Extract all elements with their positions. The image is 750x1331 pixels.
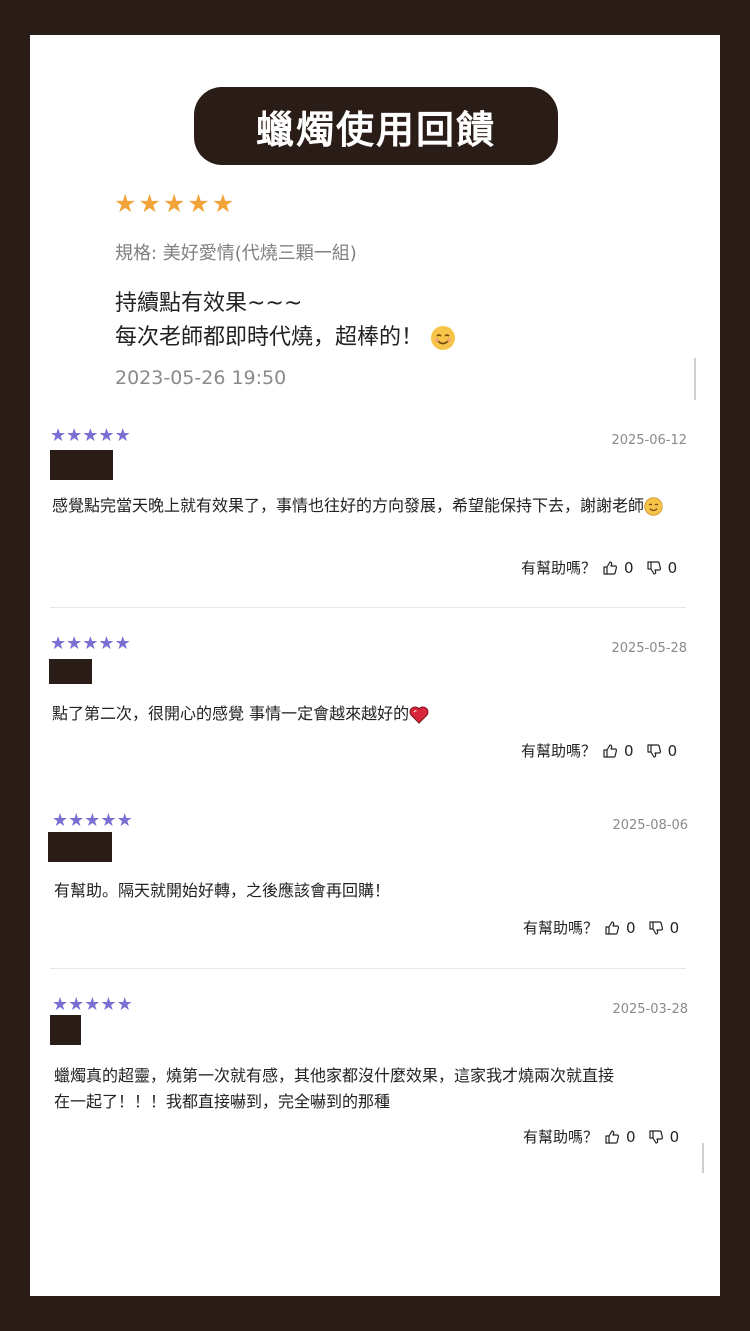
star-icon: ★ — [84, 810, 101, 831]
likes-count: 0 — [624, 741, 634, 760]
star-icon: ★ — [187, 189, 210, 218]
redacted-username — [48, 832, 112, 862]
star-icon: ★ — [116, 810, 133, 831]
helpful-label: 有幫助嗎？ — [521, 742, 597, 760]
helpful-label: 有幫助嗎？ — [523, 919, 599, 937]
smiling-face-icon — [431, 326, 456, 350]
review-text: 有幫助。隔天就開始好轉，之後應該會再回購！ — [54, 881, 391, 900]
star-icon: ★ — [98, 633, 115, 654]
review-text-line-content: 每次老師都即時代燒，超棒的！ — [115, 325, 424, 350]
dislikes-count: 0 — [667, 741, 678, 760]
helpful-row: 有幫助嗎？ 0 0 — [521, 557, 677, 578]
dislikes-count: 0 — [669, 1127, 680, 1146]
dislikes-count: 0 — [669, 918, 680, 937]
review-date: 2025-06-12 — [611, 433, 687, 448]
star-icon: ★ — [82, 425, 99, 446]
star-icon: ★ — [84, 994, 101, 1015]
review-date: 2025-08-06 — [612, 818, 688, 833]
helpful-row: 有幫助嗎？ 0 0 — [523, 917, 679, 938]
star-icon: ★ — [100, 994, 117, 1015]
star-icon: ★ — [114, 633, 131, 654]
helpful-row: 有幫助嗎？ 0 0 — [523, 1126, 679, 1147]
redacted-username — [50, 1015, 81, 1045]
helpful-label: 有幫助嗎？ — [521, 559, 597, 577]
star-icon: ★ — [114, 425, 131, 446]
star-icon: ★ — [52, 994, 69, 1015]
review-rating: ★ ★ ★ ★ ★ — [50, 635, 131, 653]
star-icon: ★ — [66, 633, 83, 654]
star-icon: ★ — [52, 810, 69, 831]
star-icon: ★ — [98, 425, 115, 446]
top-review-date: 2023-05-26 19:50 — [115, 367, 287, 389]
redacted-username — [49, 659, 92, 684]
review-rating: ★ ★ ★ ★ ★ — [50, 427, 131, 445]
dislikes-count: 0 — [667, 558, 678, 577]
top-review-text: 持續點有效果~~~ 每次老師都即時代燒，超棒的！ — [115, 287, 456, 355]
review-rating: ★ ★ ★ ★ ★ — [52, 996, 133, 1014]
review-text: 點了第二次，很開心的感覺 事情一定會越來越好的 — [52, 701, 682, 727]
review-text-content: 點了第二次，很開心的感覺 事情一定會越來越好的 — [52, 704, 410, 723]
thumbs-up-icon[interactable] — [602, 560, 618, 576]
top-review-rating: ★ ★ ★ ★ ★ — [114, 191, 234, 216]
likes-count: 0 — [626, 918, 636, 937]
redacted-username — [50, 450, 113, 480]
star-icon: ★ — [82, 633, 99, 654]
helpful-label: 有幫助嗎？ — [523, 1128, 599, 1146]
review-card: 蠟燭使用回饋 ★ ★ ★ ★ ★ 規格: 美好愛情(代燒三顆一組) 持續點有效果… — [30, 35, 720, 1296]
thumbs-down-icon[interactable] — [648, 920, 664, 936]
thumbs-up-icon[interactable] — [602, 743, 618, 759]
star-icon: ★ — [116, 994, 133, 1015]
star-icon: ★ — [114, 189, 137, 218]
page-title: 蠟燭使用回饋 — [194, 87, 558, 165]
helpful-row: 有幫助嗎？ 0 0 — [521, 740, 677, 761]
thumbs-down-icon[interactable] — [646, 560, 662, 576]
thumbs-up-icon[interactable] — [604, 1129, 620, 1145]
review-text-line: 在一起了！！！我都直接嚇到，完全嚇到的那種 — [54, 1092, 391, 1111]
review-text: 蠟燭真的超靈，燒第一次就有感，其他家都沒什麼效果，這家我才燒兩次就直接 在一起了… — [54, 1063, 684, 1115]
review-text-line: 蠟燭真的超靈，燒第一次就有感，其他家都沒什麼效果，這家我才燒兩次就直接 — [54, 1066, 615, 1085]
review-date: 2025-05-28 — [611, 641, 687, 656]
review-date: 2025-03-28 — [612, 1002, 688, 1017]
divider — [50, 607, 686, 608]
review-text-content: 感覺點完當天晚上就有效果了，事情也往好的方向發展，希望能保持下去，謝謝老師 — [52, 496, 645, 515]
thumbs-down-icon[interactable] — [648, 1129, 664, 1145]
thumbs-down-icon[interactable] — [646, 743, 662, 759]
likes-count: 0 — [626, 1127, 636, 1146]
star-icon: ★ — [211, 189, 235, 218]
scrollbar[interactable] — [694, 358, 696, 400]
review-text-line: 每次老師都即時代燒，超棒的！ — [115, 321, 456, 355]
review-rating: ★ ★ ★ ★ ★ — [52, 812, 133, 830]
heart-icon — [409, 706, 429, 724]
review-text-line: 持續點有效果~~~ — [115, 291, 303, 316]
review-text: 感覺點完當天晚上就有效果了，事情也往好的方向發展，希望能保持下去，謝謝老師 — [52, 493, 682, 519]
thumbs-up-icon[interactable] — [604, 920, 620, 936]
star-icon: ★ — [66, 425, 83, 446]
smiling-face-icon — [644, 497, 663, 516]
scrollbar[interactable] — [702, 1143, 704, 1173]
star-icon: ★ — [50, 633, 67, 654]
star-icon: ★ — [68, 810, 85, 831]
product-spec: 規格: 美好愛情(代燒三顆一組) — [115, 243, 357, 264]
star-icon: ★ — [68, 994, 85, 1015]
star-icon: ★ — [100, 810, 117, 831]
likes-count: 0 — [624, 558, 634, 577]
star-icon: ★ — [162, 189, 186, 218]
star-icon: ★ — [50, 425, 67, 446]
divider — [50, 968, 686, 969]
star-icon: ★ — [138, 189, 161, 218]
